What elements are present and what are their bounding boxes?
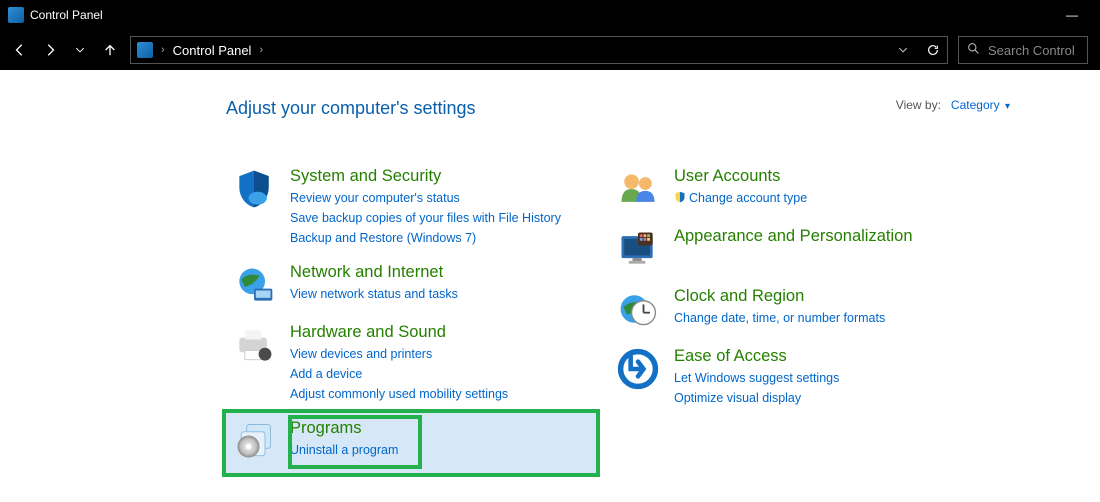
category-link[interactable]: Backup and Restore (Windows 7) [290,229,561,247]
monitor-icon [616,227,660,271]
search-icon [967,42,980,58]
left-column: System and Security Review your computer… [226,161,596,473]
nav-arrows [12,43,118,57]
address-icon [137,42,153,58]
control-panel-icon [8,7,24,23]
refresh-button[interactable] [925,43,941,57]
window-titlebar: Control Panel — [0,0,1100,30]
category-link[interactable]: Adjust commonly used mobility settings [290,385,508,403]
shield-icon [232,167,276,211]
back-button[interactable] [12,43,28,57]
category-programs[interactable]: Programs Uninstall a program [226,413,596,473]
users-icon [616,167,660,211]
chevron-down-icon: ▾ [1005,101,1010,112]
up-button[interactable] [102,43,118,57]
viewby-dropdown[interactable]: Category ▾ [951,98,1010,112]
printer-icon [232,323,276,367]
content-area: Adjust your computer's settings View by:… [0,70,1100,473]
minimize-button[interactable]: — [1060,8,1084,22]
window-title: Control Panel [30,8,103,22]
titlebar-left: Control Panel [4,7,103,23]
category-title[interactable]: Clock and Region [674,287,885,307]
category-title[interactable]: System and Security [290,167,561,187]
globe-icon [232,263,276,307]
category-link[interactable]: Add a device [290,365,508,383]
address-right [895,43,941,57]
category-clock-region[interactable]: Clock and Region Change date, time, or n… [610,281,980,341]
breadcrumb-sep-icon: › [161,44,165,56]
category-link[interactable]: Optimize visual display [674,389,839,407]
right-column: User Accounts Change account type Appear… [610,161,980,473]
clock-icon [616,287,660,331]
viewby-value: Category [951,98,1000,112]
disc-icon [232,419,276,463]
uac-shield-icon [674,191,686,203]
search-box[interactable]: Search Control [958,36,1088,64]
recent-chevron-icon[interactable] [72,45,88,55]
category-link[interactable]: View network status and tasks [290,285,458,303]
category-link[interactable]: Uninstall a program [290,441,398,459]
breadcrumb[interactable]: Control Panel [173,43,252,58]
titlebar-right: — [1060,8,1096,22]
category-columns: System and Security Review your computer… [226,161,1080,473]
address-bar[interactable]: › Control Panel › [130,36,948,64]
category-link[interactable]: Change date, time, or number formats [674,309,885,327]
category-title[interactable]: User Accounts [674,167,807,187]
category-hardware-sound[interactable]: Hardware and Sound View devices and prin… [226,317,596,413]
category-title[interactable]: Appearance and Personalization [674,227,913,247]
category-title[interactable]: Network and Internet [290,263,458,283]
category-link[interactable]: Let Windows suggest settings [674,369,839,387]
category-ease-of-access[interactable]: Ease of Access Let Windows suggest setti… [610,341,980,417]
navbar: › Control Panel › Search Control [0,30,1100,70]
category-title[interactable]: Ease of Access [674,347,839,367]
forward-button[interactable] [42,43,58,57]
view-by: View by: Category ▾ [896,98,1010,112]
viewby-label: View by: [896,98,941,112]
category-user-accounts[interactable]: User Accounts Change account type [610,161,980,221]
category-title[interactable]: Hardware and Sound [290,323,508,343]
page-title: Adjust your computer's settings [226,98,476,119]
category-link[interactable]: Save backup copies of your files with Fi… [290,209,561,227]
category-appearance-personalization[interactable]: Appearance and Personalization [610,221,980,281]
category-network-internet[interactable]: Network and Internet View network status… [226,257,596,317]
address-chevron-icon[interactable] [895,45,911,55]
ease-of-access-icon [616,347,660,391]
breadcrumb-sep-icon: › [259,44,263,56]
category-link[interactable]: Change account type [674,189,807,207]
search-placeholder: Search Control [988,43,1075,58]
category-title[interactable]: Programs [290,419,398,439]
category-link[interactable]: View devices and printers [290,345,508,363]
category-system-security[interactable]: System and Security Review your computer… [226,161,596,257]
category-link[interactable]: Review your computer's status [290,189,561,207]
